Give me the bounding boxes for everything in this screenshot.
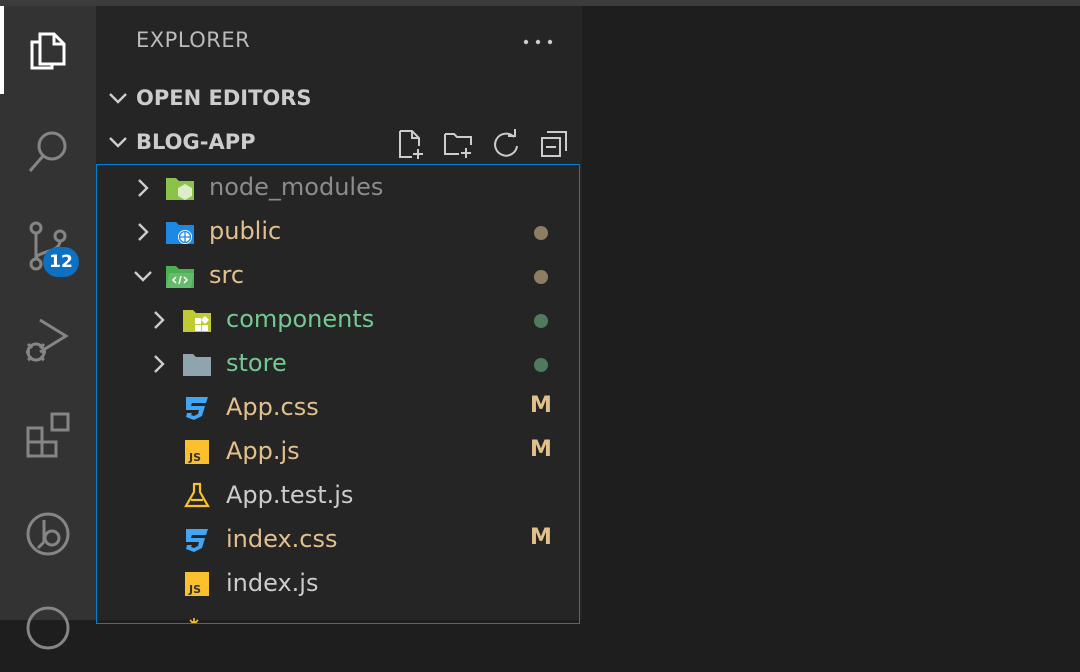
svg-text:JS: JS: [188, 583, 201, 596]
git-status-dot: [534, 226, 548, 240]
extensions-icon: [26, 412, 70, 458]
accounts-icon: [26, 606, 70, 650]
tree-item-app-test-js[interactable]: App.test.js: [97, 474, 579, 518]
git-status-dot: [534, 270, 548, 284]
tree-item-label: src: [209, 261, 245, 289]
js-file-icon: JS: [185, 440, 209, 464]
new-file-icon[interactable]: [394, 128, 426, 160]
chevron-right-icon: [154, 355, 165, 373]
nodejs-folder-icon: [166, 178, 194, 200]
explorer-icon: [30, 32, 66, 70]
remote-explorer-icon: [26, 512, 70, 556]
tree-item-label: App.css: [226, 393, 319, 421]
chevron-right-icon: [138, 223, 149, 241]
tree-item-public[interactable]: public: [97, 210, 579, 254]
git-status-modified: M: [530, 393, 552, 418]
tree-item-partial[interactable]: [97, 606, 579, 623]
src-folder-open-icon: [166, 266, 194, 288]
git-status-modified: M: [530, 437, 552, 462]
activity-explorer[interactable]: [0, 6, 96, 94]
tree-item-node-modules[interactable]: node_modules: [97, 166, 579, 210]
test-flask-icon: [184, 482, 210, 508]
tree-item-label: index.css: [226, 525, 338, 553]
tree-item-app-js[interactable]: JS App.js M: [97, 430, 579, 474]
activity-run-debug[interactable]: [0, 296, 96, 384]
js-file-icon: JS: [185, 572, 209, 596]
css-file-icon: [186, 529, 208, 552]
activity-remote-explorer[interactable]: [0, 490, 96, 578]
public-folder-icon: [166, 222, 194, 244]
file-tree: node_modules public src components store…: [96, 164, 580, 624]
file-icon: [189, 618, 199, 623]
git-status-dot: [534, 358, 548, 372]
refresh-icon[interactable]: [490, 128, 522, 160]
open-editors-label: OPEN EDITORS: [136, 86, 312, 110]
tree-item-label: App.test.js: [226, 481, 354, 509]
svg-text:JS: JS: [188, 451, 201, 464]
tree-item-label: node_modules: [209, 173, 384, 201]
tree-item-index-css[interactable]: index.css M: [97, 518, 579, 562]
activity-extra[interactable]: [0, 584, 96, 672]
tree-item-label: store: [226, 349, 287, 377]
tree-item-label: public: [209, 217, 282, 245]
run-debug-icon: [26, 318, 69, 362]
explorer-title: EXPLORER: [136, 28, 251, 52]
tree-item-label: App.js: [226, 437, 300, 465]
chevron-down-icon: [109, 137, 127, 148]
editor-area: [582, 6, 1080, 620]
chevron-down-icon: [109, 93, 127, 104]
new-folder-icon[interactable]: [442, 128, 474, 160]
chevron-right-icon: [138, 179, 149, 197]
search-icon: [28, 131, 67, 172]
project-section[interactable]: BLOG-APP: [96, 120, 582, 164]
activity-search[interactable]: [0, 108, 96, 196]
tree-item-store[interactable]: store: [97, 342, 579, 386]
git-status-modified: M: [530, 525, 552, 550]
tree-item-components[interactable]: components: [97, 298, 579, 342]
activity-source-control[interactable]: 12: [0, 202, 96, 290]
css-file-icon: [186, 397, 208, 420]
open-editors-section[interactable]: OPEN EDITORS: [96, 76, 582, 120]
collapse-all-icon[interactable]: [538, 128, 570, 160]
components-folder-icon: [183, 310, 211, 332]
ellipsis-icon[interactable]: [520, 28, 556, 56]
tree-item-label: components: [226, 305, 375, 333]
git-status-dot: [534, 314, 548, 328]
explorer-sidebar: EXPLORER OPEN EDITORS BLOG-APP node_modu…: [96, 6, 582, 624]
activity-bar: 12: [0, 6, 96, 650]
tree-item-label: index.js: [226, 569, 319, 597]
chevron-down-icon: [134, 271, 152, 282]
tree-item-src[interactable]: src: [97, 254, 579, 298]
tree-item-app-css[interactable]: App.css M: [97, 386, 579, 430]
folder-icon: [183, 354, 211, 376]
tree-item-index-js[interactable]: JS index.js: [97, 562, 579, 606]
activity-extensions[interactable]: [0, 390, 96, 478]
source-control-badge: 12: [43, 247, 79, 277]
project-label: BLOG-APP: [136, 130, 256, 154]
chevron-right-icon: [154, 311, 165, 329]
